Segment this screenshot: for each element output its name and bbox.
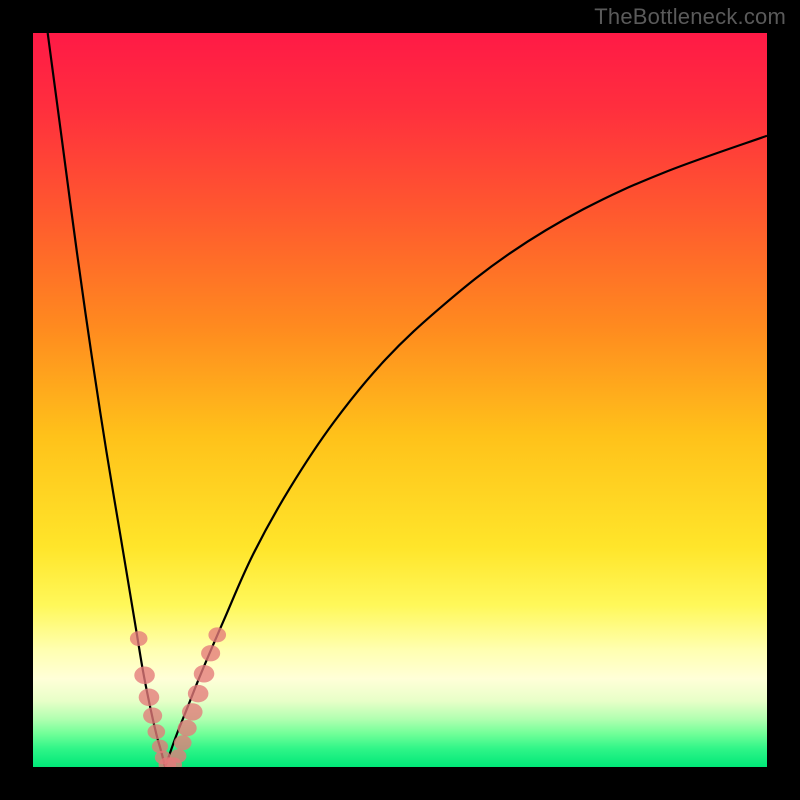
data-marker [182, 703, 203, 720]
data-marker [170, 749, 186, 763]
data-marker [194, 665, 215, 682]
watermark-text: TheBottleneck.com [594, 4, 786, 30]
data-marker [134, 667, 155, 684]
curve-right-branch [165, 136, 767, 767]
marker-group [130, 627, 226, 767]
data-marker [178, 720, 197, 736]
data-marker [188, 685, 209, 702]
curve-layer [33, 33, 767, 767]
data-marker [201, 645, 220, 661]
data-marker [139, 689, 160, 706]
curve-left-branch [48, 33, 165, 767]
data-marker [208, 627, 226, 642]
data-marker [130, 631, 148, 646]
plot-area [33, 33, 767, 767]
data-marker [148, 724, 166, 739]
outer-frame: TheBottleneck.com [0, 0, 800, 800]
data-marker [174, 735, 192, 750]
data-marker [143, 708, 162, 724]
